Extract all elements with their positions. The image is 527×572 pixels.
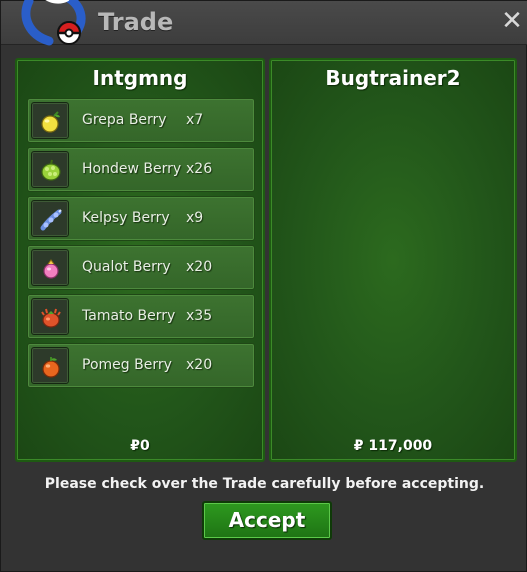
- item-quantity: x9: [186, 210, 204, 226]
- hondew-berry-icon: [41, 159, 61, 181]
- qualot-berry-icon: [43, 259, 59, 279]
- item-slot: [31, 347, 69, 384]
- my-player-name: Intgmng: [92, 66, 188, 90]
- window-title: Trade: [98, 8, 174, 36]
- item-name: Hondew Berry: [82, 161, 182, 177]
- pokeball-logo-icon: [21, 0, 86, 46]
- item-quantity: x20: [186, 259, 213, 275]
- kelpsy-berry-icon: [40, 209, 62, 231]
- list-item[interactable]: Pomeg Berry x20: [27, 343, 255, 388]
- item-name: Tamato Berry: [82, 308, 176, 324]
- list-item[interactable]: Hondew Berry x26: [27, 147, 255, 192]
- list-item[interactable]: Kelpsy Berry x9: [27, 196, 255, 241]
- accept-button[interactable]: Accept: [202, 501, 332, 540]
- list-item[interactable]: Qualot Berry x20: [27, 245, 255, 290]
- partner-money-offer: ₽ 117,000: [353, 438, 433, 454]
- item-name: Kelpsy Berry: [82, 210, 170, 226]
- item-slot: [31, 249, 69, 286]
- trade-notice: Please check over the Trade carefully be…: [44, 476, 485, 492]
- my-money-offer: ₽0: [130, 438, 150, 454]
- pomeg-berry-icon: [42, 357, 60, 378]
- partner-player-name: Bugtrainer2: [325, 66, 461, 90]
- trade-window: Trade ✕ Intgmng Grepa Berry x7 Hondew Be…: [0, 0, 527, 572]
- item-slot: [31, 200, 69, 237]
- partner-offer-panel: Bugtrainer2 ₽ 117,000: [269, 58, 517, 462]
- list-item[interactable]: Grepa Berry x7: [27, 98, 255, 143]
- grepa-berry-icon: [41, 111, 60, 133]
- item-quantity: x35: [186, 308, 213, 324]
- item-name: Qualot Berry: [82, 259, 171, 275]
- tamato-berry-icon: [41, 308, 61, 328]
- item-quantity: x26: [186, 161, 213, 177]
- title-bar[interactable]: Trade ✕: [1, 0, 527, 46]
- item-slot: [31, 151, 69, 188]
- list-item[interactable]: Tamato Berry x35: [27, 294, 255, 339]
- item-name: Grepa Berry: [82, 112, 167, 128]
- item-name: Pomeg Berry: [82, 357, 172, 373]
- item-quantity: x7: [186, 112, 204, 128]
- close-button[interactable]: ✕: [500, 8, 524, 34]
- item-quantity: x20: [186, 357, 213, 373]
- my-offer-item-list: Grepa Berry x7 Hondew Berry x26 Kelpsy B…: [27, 98, 255, 392]
- my-offer-panel: Intgmng Grepa Berry x7 Hondew Berry x26 …: [15, 58, 265, 462]
- item-slot: [31, 102, 69, 139]
- item-slot: [31, 298, 69, 335]
